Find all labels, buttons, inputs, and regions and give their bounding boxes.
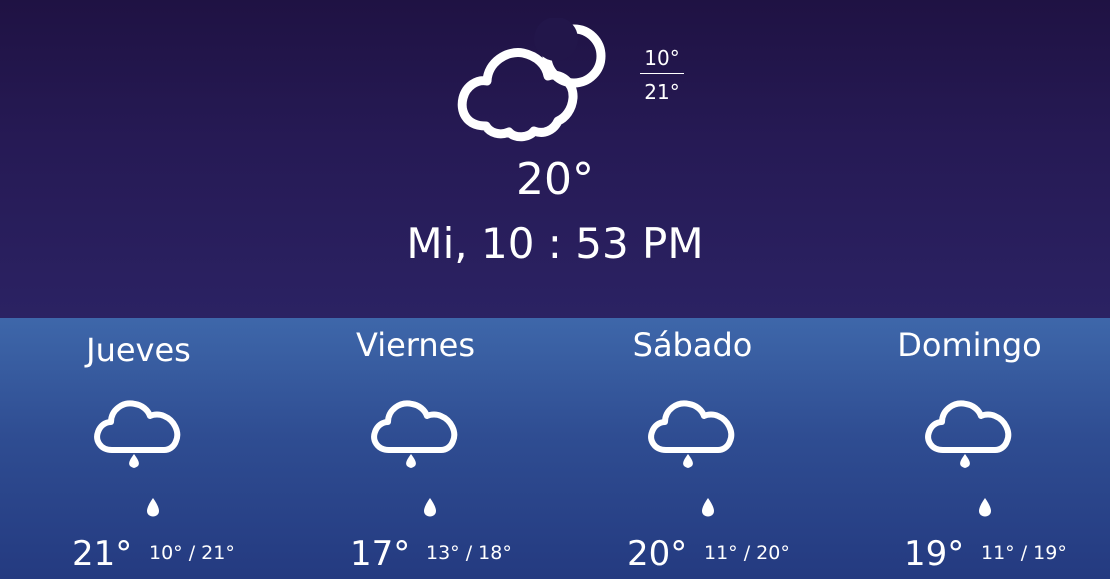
current-temperature: 20° xyxy=(516,154,594,205)
day-temperature: 20° xyxy=(627,534,688,574)
current-datetime: Mi, 10 : 53 PM xyxy=(406,219,704,268)
today-min-max: 10° 21° xyxy=(640,46,684,104)
day-min-max: 13° / 18° xyxy=(426,542,512,564)
today-min-temp: 10° xyxy=(640,46,684,74)
forecast-day: Sábado 20° 11° / 20° xyxy=(554,318,831,579)
day-name: Sábado xyxy=(632,326,753,364)
forecast-day: Viernes 17° 13° / 18° xyxy=(277,318,554,579)
current-weather-panel: 10° 21° 20° Mi, 10 : 53 PM xyxy=(0,0,1110,318)
rain-drop-icon xyxy=(978,497,992,517)
rain-drop-icon xyxy=(146,497,160,517)
forecast-panel: Jueves 21° 10° / 21° Viernes 17° 13° / 1… xyxy=(0,318,1110,579)
rain-drop-icon xyxy=(423,497,437,517)
day-min-max: 11° / 19° xyxy=(981,542,1067,564)
forecast-day: Domingo 19° 11° / 19° xyxy=(831,318,1108,579)
day-name: Viernes xyxy=(356,326,475,364)
day-temperature: 21° xyxy=(72,534,133,574)
day-min-max: 11° / 20° xyxy=(704,542,790,564)
cloud-rain-icon xyxy=(921,386,1017,482)
cloud-rain-icon xyxy=(367,386,463,482)
day-temperature: 19° xyxy=(904,534,965,574)
day-name: Domingo xyxy=(897,326,1042,364)
day-min-max: 10° / 21° xyxy=(149,542,235,564)
rain-drop-icon xyxy=(701,497,715,517)
cloud-rain-icon xyxy=(644,386,740,482)
cloud-moon-icon xyxy=(450,17,612,142)
weather-widget: 10° 21° 20° Mi, 10 : 53 PM Jueves 21° 10… xyxy=(0,0,1110,579)
day-temperature: 17° xyxy=(350,534,411,574)
cloud-rain-icon xyxy=(90,386,186,482)
today-max-temp: 21° xyxy=(644,80,680,104)
day-name: Jueves xyxy=(86,331,191,369)
forecast-day: Jueves 21° 10° / 21° xyxy=(0,318,277,579)
